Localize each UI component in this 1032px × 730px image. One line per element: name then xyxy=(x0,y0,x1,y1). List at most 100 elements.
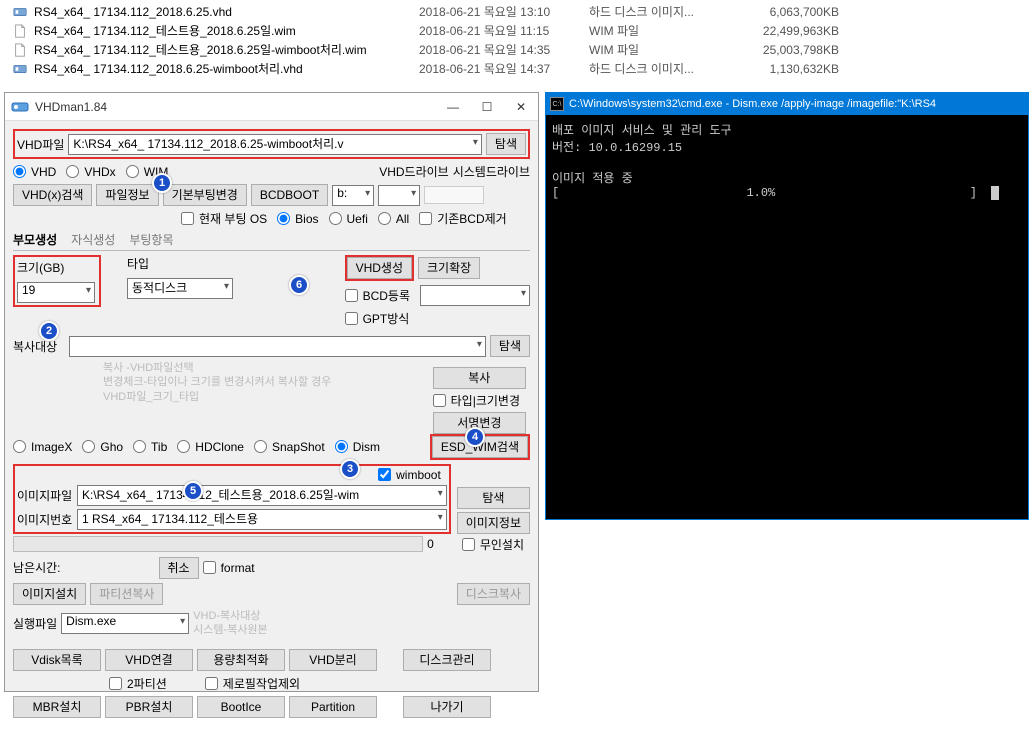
disk-copy-button[interactable]: 디스크복사 xyxy=(457,583,530,605)
cmd-icon: C:\ xyxy=(550,97,564,111)
bcdboot-button[interactable]: BCDBOOT xyxy=(251,184,328,206)
wim-file-icon xyxy=(12,42,28,58)
cmd-titlebar: C:\ C:\Windows\system32\cmd.exe - Dism.e… xyxy=(546,93,1028,115)
vhd-connect-button[interactable]: VHD연결 xyxy=(105,649,193,671)
gpt-mode-check[interactable]: GPT방식 xyxy=(345,310,410,327)
system-drive-label: 시스템드라이브 xyxy=(453,163,530,180)
vhd-create-button[interactable]: VHD생성 xyxy=(347,257,412,279)
disk-manage-button[interactable]: 디스크관리 xyxy=(403,649,491,671)
base-boot-change-button[interactable]: 기본부팅변경 xyxy=(163,184,247,206)
file-info-button[interactable]: 파일정보 xyxy=(96,184,158,206)
tab-parent-gen[interactable]: 부모생성 xyxy=(13,231,57,248)
bcd-register-combo[interactable] xyxy=(420,285,530,306)
vhd-split-button[interactable]: VHD분리 xyxy=(289,649,377,671)
minimize-button[interactable]: — xyxy=(436,94,470,120)
browse-copy-button[interactable]: 탐색 xyxy=(490,335,530,357)
mbr-install-button[interactable]: MBR설치 xyxy=(13,696,101,718)
radio-vhdx[interactable]: VHDx xyxy=(66,165,115,179)
copy-target-label: 복사대상 xyxy=(13,338,65,355)
maximize-button[interactable]: ☐ xyxy=(470,94,504,120)
radio-tib[interactable]: Tib xyxy=(133,440,167,454)
optimize-capacity-button[interactable]: 용량최적화 xyxy=(197,649,285,671)
file-date: 2018-06-21 목요일 13:10 xyxy=(419,3,589,20)
file-type: WIM 파일 xyxy=(589,22,719,39)
radio-dism[interactable]: Dism xyxy=(335,440,380,454)
vhd-file-combo[interactable]: K:\RS4_x64_ 17134.112_2018.6.25-wimboot처… xyxy=(68,134,481,155)
file-type: 하드 디스크 이미지... xyxy=(589,60,719,77)
radio-all[interactable]: All xyxy=(378,212,409,226)
image-info-button[interactable]: 이미지정보 xyxy=(457,512,530,534)
two-partition-check[interactable]: 2파티션 xyxy=(109,675,167,692)
bootice-button[interactable]: BootIce xyxy=(197,696,285,718)
cmd-body[interactable]: 배포 이미지 서비스 및 관리 도구 버전: 10.0.16299.15 이미지… xyxy=(546,115,1028,519)
unattended-check[interactable]: 무인설치 xyxy=(462,536,524,553)
image-install-button[interactable]: 이미지설치 xyxy=(13,583,86,605)
time-left-label: 남은시간: xyxy=(13,559,61,576)
tab-child-gen[interactable]: 자식생성 xyxy=(71,231,115,248)
remove-existing-bcd-check[interactable]: 기존BCD제거 xyxy=(419,210,507,227)
wim-file-icon xyxy=(12,23,28,39)
run-file-combo[interactable]: Dism.exe xyxy=(61,613,189,634)
image-file-label: 이미지파일 xyxy=(17,487,73,504)
close-button[interactable]: ✕ xyxy=(504,94,538,120)
type-label: 타입 xyxy=(127,255,233,272)
radio-gho[interactable]: Gho xyxy=(82,440,123,454)
step-badge-1: 1 xyxy=(152,173,172,193)
copy-button[interactable]: 복사 xyxy=(433,367,526,389)
current-boot-os-check[interactable]: 현재 부팅 OS xyxy=(181,210,267,227)
cmd-title: C:\Windows\system32\cmd.exe - Dism.exe /… xyxy=(569,98,936,110)
exclude-zerofill-check[interactable]: 제로필작업제외 xyxy=(205,675,300,692)
run-file-label: 실행파일 xyxy=(13,615,57,632)
vhd-search-button[interactable]: VHD(x)검색 xyxy=(13,184,92,206)
drive-slider[interactable] xyxy=(424,186,484,204)
bcdboot-drive2-combo[interactable] xyxy=(378,185,420,206)
type-combo[interactable]: 동적디스크 xyxy=(127,278,233,299)
expand-size-button[interactable]: 크기확장 xyxy=(418,257,480,279)
radio-vhd[interactable]: VHD xyxy=(13,165,56,179)
step-badge-5: 5 xyxy=(183,481,203,501)
radio-bios[interactable]: Bios xyxy=(277,212,318,226)
radio-snapshot[interactable]: SnapShot xyxy=(254,440,325,454)
file-row[interactable]: RS4_x64_ 17134.112_테스트용_2018.6.25일.wim 2… xyxy=(0,21,1032,40)
vdisk-list-button[interactable]: Vdisk목록 xyxy=(13,649,101,671)
copy-target-combo[interactable] xyxy=(69,336,486,357)
exit-button[interactable]: 나가기 xyxy=(403,696,491,718)
file-row[interactable]: RS4_x64_ 17134.112_2018.6.25-wimboot처리.v… xyxy=(0,59,1032,78)
app-icon xyxy=(11,98,29,116)
partition-copy-button[interactable]: 파티션복사 xyxy=(90,583,163,605)
file-row[interactable]: RS4_x64_ 17134.112_2018.6.25.vhd 2018-06… xyxy=(0,2,1032,21)
vhd-file-icon xyxy=(12,61,28,77)
titlebar: VHDman1.84 — ☐ ✕ xyxy=(5,93,538,121)
pbr-install-button[interactable]: PBR설치 xyxy=(105,696,193,718)
window-title: VHDman1.84 xyxy=(35,100,436,114)
browse-button[interactable]: 탐색 xyxy=(486,133,526,155)
hint-vhd-copytarget: VHD-복사대상 xyxy=(193,609,268,623)
step-badge-6: 6 xyxy=(289,275,309,295)
vhd-file-label: VHD파일 xyxy=(17,136,64,153)
vhdman-window: VHDman1.84 — ☐ ✕ VHD파일 K:\RS4_x64_ 17134… xyxy=(4,92,539,692)
browse-image-button[interactable]: 탐색 xyxy=(457,487,530,509)
step-badge-4: 4 xyxy=(465,427,485,447)
image-file-combo[interactable]: K:\RS4_x64_ 17134.112_테스트용_2018.6.25일-wi… xyxy=(77,485,447,506)
progress-bar xyxy=(13,536,423,552)
file-size: 1,130,632KB xyxy=(719,62,839,76)
progress-value: 0 xyxy=(427,537,434,551)
wimboot-check[interactable]: wimboot xyxy=(378,468,441,482)
file-date: 2018-06-21 목요일 14:35 xyxy=(419,41,589,58)
tab-boot-entry[interactable]: 부팅항목 xyxy=(129,231,173,248)
file-row[interactable]: RS4_x64_ 17134.112_테스트용_2018.6.25일-wimbo… xyxy=(0,40,1032,59)
size-gb-combo[interactable]: 19 xyxy=(17,282,95,303)
file-size: 6,063,700KB xyxy=(719,5,839,19)
bcd-register-check[interactable]: BCD등록 xyxy=(345,287,410,304)
file-size: 22,499,963KB xyxy=(719,24,839,38)
cancel-button[interactable]: 취소 xyxy=(159,557,199,579)
partition-button[interactable]: Partition xyxy=(289,696,377,718)
radio-hdclone[interactable]: HDClone xyxy=(177,440,244,454)
format-check[interactable]: format xyxy=(203,561,255,575)
radio-uefi[interactable]: Uefi xyxy=(329,212,368,226)
image-number-combo[interactable]: 1 RS4_x64_ 17134.112_테스트용 xyxy=(77,509,447,530)
step-badge-3: 3 xyxy=(340,459,360,479)
bcdboot-drive-combo[interactable]: b: xyxy=(332,185,374,206)
type-size-change-check[interactable]: 타입|크기변경 xyxy=(433,392,520,409)
radio-imagex[interactable]: ImageX xyxy=(13,440,72,454)
